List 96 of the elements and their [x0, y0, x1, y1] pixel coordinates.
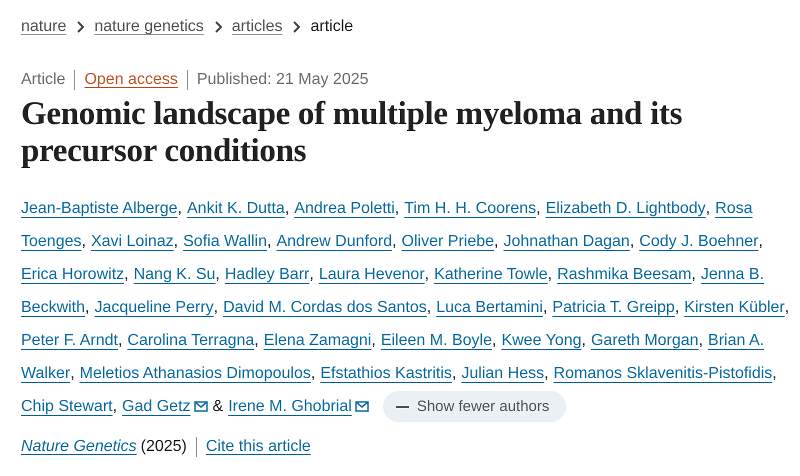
chevron-icon — [214, 21, 222, 33]
mail-icon[interactable] — [194, 401, 208, 412]
separator-text: , — [758, 232, 763, 252]
separator-text: , — [492, 331, 496, 351]
separator-text: , — [267, 232, 272, 252]
separator-text: , — [784, 298, 790, 318]
author-link[interactable]: Cody J. Boehner — [639, 232, 758, 252]
author-link[interactable]: Julian Hess — [461, 364, 544, 384]
author-link[interactable]: Toenges — [21, 232, 82, 252]
author-link[interactable]: Erica Horowitz — [21, 264, 124, 284]
show-fewer-authors-button[interactable]: Show fewer authors — [382, 391, 566, 422]
author-link[interactable]: Jenna B. — [700, 264, 764, 284]
author-link[interactable]: Gareth Morgan — [590, 330, 699, 350]
article-title: Genomic landscape of multiple myeloma and its precursor conditions — [21, 96, 684, 170]
separator-text: , — [214, 298, 218, 318]
breadcrumb-link[interactable]: nature — [21, 18, 66, 36]
breadcrumb-link[interactable]: articles — [232, 18, 282, 36]
author-link[interactable]: Walker — [21, 364, 70, 384]
author-link[interactable]: Tim H. H. Coorens — [404, 198, 536, 218]
author-link[interactable]: Kwee Yong — [501, 330, 582, 350]
author-link[interactable]: Rashmika Beesam — [557, 264, 692, 284]
separator-text: & — [212, 397, 224, 417]
separator-text: , — [254, 331, 259, 351]
author-link[interactable]: Peter F. Arndt — [21, 330, 118, 350]
separator-text: , — [85, 298, 90, 318]
author-link[interactable]: Eileen M. Boyle — [380, 330, 492, 350]
separator-text: , — [392, 232, 397, 252]
author-link[interactable]: Gad Getz — [122, 396, 191, 416]
author-link[interactable]: Laura Hevenor — [318, 264, 425, 284]
author-link[interactable]: Oliver Priebe — [402, 232, 494, 252]
separator-text: , — [215, 265, 220, 285]
separator-text: , — [118, 331, 122, 351]
separator-text: , — [630, 232, 634, 252]
minus-icon — [396, 406, 409, 408]
author-link[interactable]: Andrea Poletti — [294, 198, 395, 218]
published-date: Published: 21 May 2025 — [196, 71, 369, 89]
author-link[interactable]: Kirsten Kübler — [684, 298, 785, 318]
chevron-icon — [292, 21, 300, 33]
separator-text: , — [174, 232, 178, 252]
separator-text: , — [698, 331, 704, 351]
separator-text: , — [691, 265, 696, 285]
separator-text: , — [536, 199, 541, 219]
chevron-icon — [76, 21, 84, 33]
separator-text: , — [178, 199, 182, 219]
author-link[interactable]: Luca Bertamini — [436, 298, 543, 318]
separator-text: , — [394, 199, 400, 219]
separator-text: , — [494, 232, 498, 252]
author-link[interactable]: Andrew Dunford — [276, 232, 392, 252]
author-link[interactable]: Ankit K. Dutta — [187, 198, 285, 218]
separator-text: , — [371, 331, 376, 351]
author-link[interactable]: David M. Cordas dos Santos — [223, 298, 427, 318]
author-link[interactable]: Efstathios Kastritis — [320, 364, 452, 384]
separator-text: , — [452, 364, 456, 384]
author-link[interactable]: Patricia T. Greipp — [552, 298, 675, 318]
author-link[interactable]: Xavi Loinaz — [90, 232, 174, 252]
author-link[interactable]: Johnathan Dagan — [503, 232, 630, 252]
author-link[interactable]: Beckwith — [21, 298, 86, 318]
author-link[interactable]: Sofia Wallin — [183, 232, 268, 252]
separator-text: , — [82, 232, 86, 252]
mail-icon[interactable] — [354, 401, 369, 412]
author-link[interactable]: Hadley Barr — [224, 264, 310, 284]
separator-text: , — [706, 199, 710, 219]
author-link[interactable]: Rosa — [715, 198, 752, 218]
separator-text: , — [70, 364, 75, 384]
separator-text: , — [284, 199, 290, 219]
separator-text: , — [544, 364, 549, 384]
author-link[interactable]: Katherine Towle — [434, 264, 548, 284]
author-link[interactable]: Nang K. Su — [134, 264, 216, 284]
separator-text: , — [310, 364, 316, 384]
separator-text: , — [426, 298, 432, 318]
separator-text: , — [772, 364, 777, 384]
separator-text: , — [548, 265, 552, 285]
separator-text: , — [124, 265, 129, 285]
author-link[interactable]: Irene M. Ghobrial — [228, 396, 352, 416]
article-type: Article — [21, 71, 66, 89]
breadcrumb-link[interactable]: nature genetics — [94, 18, 204, 36]
breadcrumb-link[interactable]: article — [310, 18, 354, 36]
separator-text: , — [309, 265, 314, 285]
author-link[interactable]: Brian A. — [708, 330, 764, 350]
separator-text: , — [542, 298, 548, 318]
cite-article-link[interactable]: Cite this article — [206, 438, 311, 456]
open-access-link[interactable]: Open access — [84, 71, 178, 89]
author-link[interactable]: Elizabeth D. Lightbody — [546, 198, 706, 218]
journal-link[interactable]: Nature Genetics — [21, 438, 137, 456]
publication-year: (2025) — [140, 438, 187, 456]
author-link[interactable]: Jacqueline Perry — [94, 298, 214, 318]
author-link[interactable]: Meletios Athanasios Dimopoulos — [80, 364, 311, 384]
author-link[interactable]: Carolina Terragna — [127, 330, 254, 350]
author-link[interactable]: Chip Stewart — [21, 396, 113, 416]
author-link[interactable]: Romanos Sklavenitis-Pistofidis — [554, 364, 772, 384]
separator-text: , — [112, 397, 118, 417]
separator-text: , — [424, 265, 430, 285]
separator-text: , — [582, 331, 586, 351]
separator-text: , — [674, 298, 680, 318]
author-link[interactable]: Elena Zamagni — [264, 330, 372, 350]
author-link[interactable]: Jean-Baptiste Alberge — [21, 198, 178, 218]
